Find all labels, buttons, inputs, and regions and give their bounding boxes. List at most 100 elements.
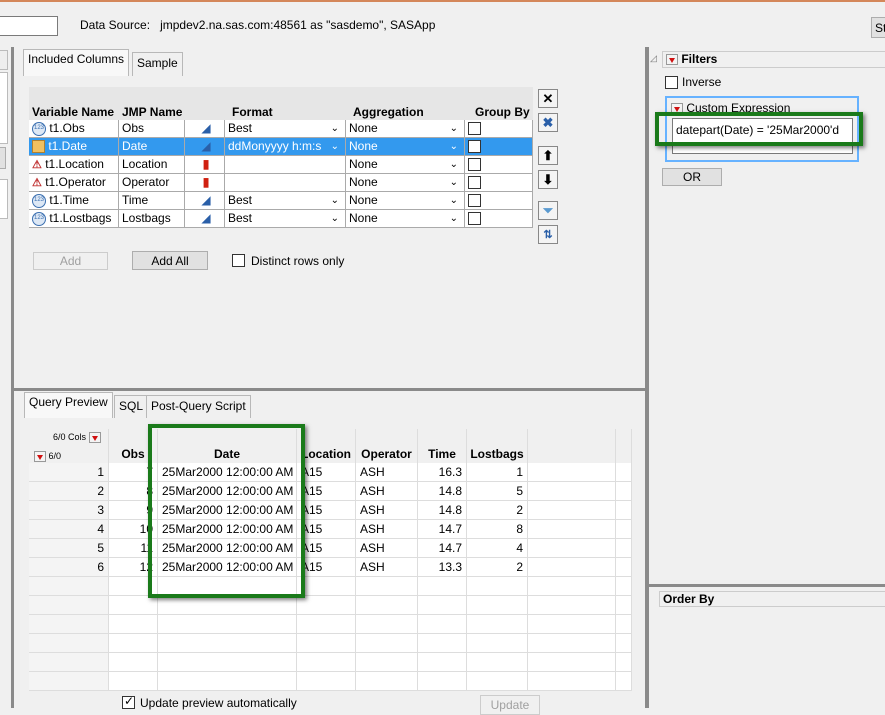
- move-up-button[interactable]: ⬆: [538, 146, 558, 165]
- header-format: Format: [232, 105, 273, 119]
- column-row[interactable]: ⚠ t1.Location Location ▮ None ⌄: [29, 156, 533, 174]
- column-header-location[interactable]: Location: [297, 429, 356, 463]
- rows-menu-icon[interactable]: [34, 451, 46, 463]
- aggregation-select[interactable]: None ⌄: [346, 120, 465, 138]
- column-row[interactable]: t1.Date Date ◢ ddMonyyyy h:m:s ⌄ None ⌄: [29, 138, 533, 156]
- move-down-button[interactable]: ⬇: [538, 170, 558, 189]
- update-auto-checkbox[interactable]: ✓: [122, 694, 135, 709]
- format-value: Best: [228, 193, 253, 207]
- group-by-checkbox[interactable]: [468, 212, 481, 225]
- aggregation-select[interactable]: None ⌄: [346, 174, 465, 192]
- empty-cell: [467, 577, 528, 596]
- collapse-filters-icon[interactable]: ◿: [650, 53, 657, 64]
- variable-cell: t1.Date: [29, 138, 119, 156]
- remove-column-button[interactable]: ✕: [538, 89, 558, 108]
- query-name-input[interactable]: [0, 16, 58, 36]
- group-by-checkbox[interactable]: [468, 158, 481, 171]
- chevron-down-icon[interactable]: ⌄: [450, 138, 458, 155]
- start-button[interactable]: St: [871, 17, 885, 38]
- group-by-checkbox[interactable]: [468, 176, 481, 189]
- format-select[interactable]: Best ⌄: [225, 192, 346, 210]
- distinct-rows-checkbox[interactable]: [232, 254, 245, 267]
- aggregation-value: None: [349, 157, 378, 171]
- chevron-down-icon[interactable]: ⌄: [331, 192, 339, 209]
- aggregation-select[interactable]: None ⌄: [346, 192, 465, 210]
- aggregation-select[interactable]: None ⌄: [346, 156, 465, 174]
- add-button[interactable]: Add: [33, 252, 108, 270]
- column-row[interactable]: ⚠ t1.Operator Operator ▮ None ⌄: [29, 174, 533, 192]
- inverse-checkbox[interactable]: [665, 76, 678, 89]
- aggregation-select[interactable]: None ⌄: [346, 210, 465, 228]
- cell-operator: ASH: [356, 558, 418, 577]
- jmp-name[interactable]: Date: [122, 139, 147, 153]
- empty-cell: [158, 653, 297, 672]
- remove-all-button[interactable]: ✖: [538, 113, 558, 132]
- aggregation-select[interactable]: None ⌄: [346, 138, 465, 156]
- jmp-name[interactable]: Time: [122, 193, 148, 207]
- format-select[interactable]: ddMonyyyy h:m:s ⌄: [225, 138, 346, 156]
- cols-menu-icon[interactable]: [88, 432, 101, 444]
- row-number: 2: [29, 482, 109, 501]
- column-row[interactable]: 123 t1.Time Time ◢ Best ⌄ None ⌄: [29, 192, 533, 210]
- format-select[interactable]: [225, 174, 346, 192]
- empty-cell: [418, 653, 467, 672]
- chevron-down-icon[interactable]: ⌄: [450, 156, 458, 173]
- or-label: OR: [683, 170, 701, 184]
- chevron-down-icon[interactable]: ⌄: [331, 210, 339, 227]
- numeric-icon: 123: [32, 211, 46, 226]
- cell-time: 14.8: [418, 482, 467, 501]
- tab-query-preview[interactable]: Query Preview: [24, 392, 113, 418]
- column-header-operator[interactable]: Operator: [356, 429, 418, 463]
- empty-cell: [418, 615, 467, 634]
- empty-cell: [109, 634, 158, 653]
- format-select[interactable]: [225, 156, 346, 174]
- tab-post-query-script[interactable]: Post-Query Script: [146, 395, 251, 418]
- horizontal-splitter[interactable]: [14, 388, 645, 391]
- filter-button[interactable]: ⏷: [538, 201, 558, 220]
- column-header-time[interactable]: Time: [418, 429, 467, 463]
- add-all-button[interactable]: Add All: [132, 251, 208, 270]
- tab-label: Included Columns: [28, 52, 125, 66]
- column-row[interactable]: 123 t1.Obs Obs ◢ Best ⌄ None ⌄: [29, 120, 533, 138]
- chevron-down-icon[interactable]: ⌄: [450, 210, 458, 227]
- chevron-down-icon[interactable]: ⌄: [450, 174, 458, 191]
- funnel-icon: ⏷: [542, 202, 554, 218]
- order-button[interactable]: ⇅: [538, 225, 558, 244]
- empty-cell: [467, 634, 528, 653]
- sort-icon: ⇅: [543, 229, 553, 241]
- chevron-down-icon[interactable]: ⌄: [450, 192, 458, 209]
- group-by-checkbox[interactable]: [468, 194, 481, 207]
- or-button[interactable]: OR: [662, 168, 722, 186]
- tab-sample[interactable]: Sample: [132, 52, 183, 76]
- group-by-checkbox[interactable]: [468, 140, 481, 153]
- aggregation-value: None: [349, 175, 378, 189]
- window-top-border: [0, 0, 885, 2]
- chevron-down-icon[interactable]: ⌄: [450, 120, 458, 137]
- tab-sql[interactable]: SQL: [114, 395, 149, 418]
- jmp-name[interactable]: Lostbags: [122, 211, 171, 225]
- filters-menu-icon[interactable]: [666, 54, 678, 66]
- aggregation-value: None: [349, 121, 378, 135]
- data-source-label: Data Source:: [80, 18, 151, 32]
- format-select[interactable]: Best ⌄: [225, 210, 346, 228]
- group-by-checkbox[interactable]: [468, 122, 481, 135]
- jmp-name[interactable]: Location: [122, 157, 167, 171]
- format-select[interactable]: Best ⌄: [225, 120, 346, 138]
- update-button[interactable]: Update: [480, 695, 540, 715]
- variable-cell: ⚠ t1.Operator: [29, 174, 119, 192]
- right-splitter[interactable]: [645, 47, 649, 708]
- chevron-down-icon[interactable]: ⌄: [331, 138, 339, 155]
- chevron-down-icon[interactable]: ⌄: [331, 120, 339, 137]
- left-splitter[interactable]: [11, 47, 14, 708]
- jmp-name[interactable]: Operator: [122, 175, 169, 189]
- column-row[interactable]: 123 t1.Lostbags Lostbags ◢ Best ⌄ None ⌄: [29, 210, 533, 228]
- empty-cell: [528, 653, 616, 672]
- order-splitter[interactable]: [649, 584, 885, 587]
- empty-cell: [616, 634, 632, 653]
- empty-cell: [616, 672, 632, 691]
- column-header-lostbags[interactable]: Lostbags: [467, 429, 528, 463]
- jmp-name[interactable]: Obs: [122, 121, 144, 135]
- empty-cell: [356, 634, 418, 653]
- empty-cell: [109, 672, 158, 691]
- tab-included-columns[interactable]: Included Columns: [23, 49, 130, 76]
